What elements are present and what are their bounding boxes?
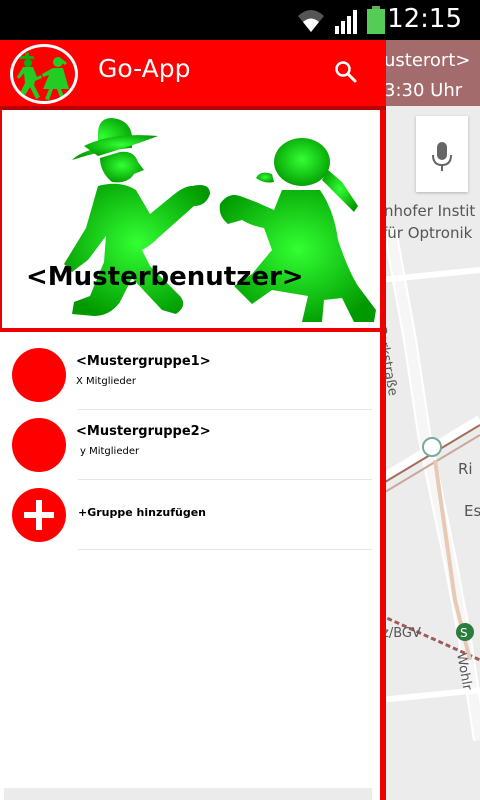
map-route-header[interactable]: usterort> 3:30 Uhr [380, 40, 480, 106]
map-label-ri: Ri [458, 460, 473, 478]
map-view[interactable]: S usterort> 3:30 Uhr nhofer Instit für O… [380, 40, 480, 800]
ampelmann-logo-icon[interactable] [10, 44, 78, 104]
list-divider [78, 549, 372, 550]
status-bar: 12:15 [0, 0, 480, 40]
search-icon[interactable] [334, 60, 358, 84]
add-group-button[interactable]: +Gruppe hinzufügen [0, 480, 380, 550]
add-group-label: +Gruppe hinzufügen [78, 506, 206, 519]
microphone-icon [432, 142, 452, 171]
ampel-figures-image [64, 118, 376, 322]
battery-icon [367, 6, 385, 34]
map-label-station: z/BGV [382, 626, 421, 641]
group-item-2[interactable]: <Mustergruppe2> y Mitglieder [0, 410, 380, 480]
group-member-count: X Mitglieder [76, 376, 137, 387]
app-bar: Go-App [0, 40, 386, 106]
group-name: <Mustergruppe2> [76, 424, 211, 439]
app-title: Go-App [98, 54, 191, 83]
navigation-drawer: Go-App <Musterbenutzer> <Mustergruppe1> … [0, 40, 386, 800]
map-arrival-time: 3:30 Uhr [384, 80, 463, 101]
status-time: 12:15 [387, 4, 462, 34]
drawer-bottom-strip [4, 788, 372, 800]
profile-name: <Musterbenutzer> [26, 262, 304, 292]
signal-icon [335, 10, 357, 34]
profile-header[interactable]: <Musterbenutzer> [0, 110, 382, 330]
voice-search-button[interactable] [416, 116, 468, 192]
map-label-institute: nhofer Instit [384, 202, 476, 220]
group-avatar [12, 418, 66, 472]
profile-header-border [0, 328, 380, 332]
group-avatar [12, 348, 66, 402]
group-member-count: y Mitglieder [80, 446, 140, 457]
map-label-optronik: für Optronik [382, 224, 473, 242]
plus-icon [12, 488, 66, 542]
group-item-1[interactable]: <Mustergruppe1> X Mitglieder [0, 340, 380, 410]
wifi-icon [298, 10, 324, 32]
group-name: <Mustergruppe1> [76, 354, 211, 369]
map-destination: usterort> [384, 50, 471, 71]
map-label-es: Es [464, 502, 480, 520]
svg-text:S: S [460, 626, 468, 640]
